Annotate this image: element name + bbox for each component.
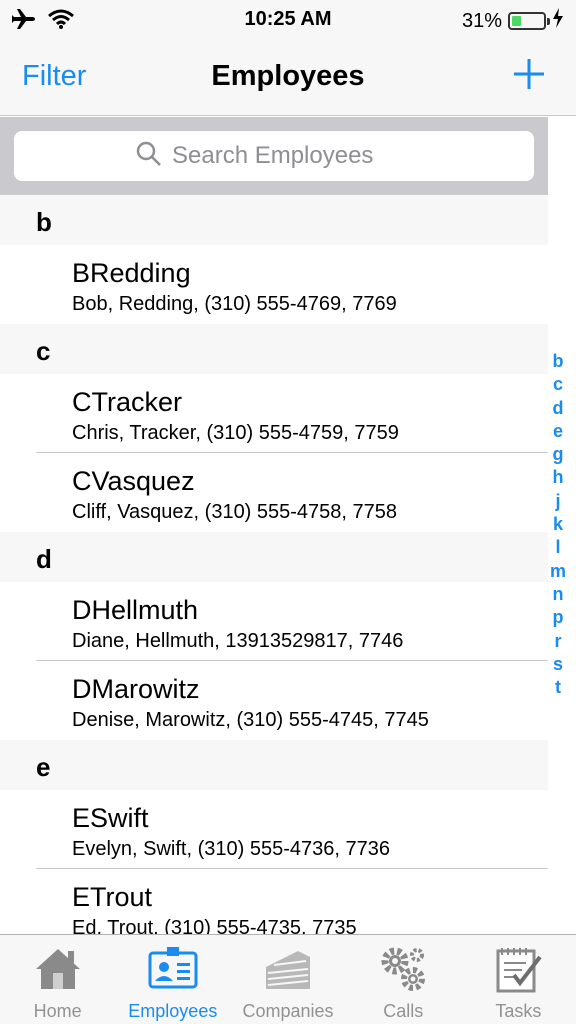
index-letter-d[interactable]: d <box>553 397 564 420</box>
list-item[interactable]: DHellmuth Diane, Hellmuth, 13913529817, … <box>0 582 548 661</box>
employee-username: CVasquez <box>72 466 195 496</box>
index-letter-h[interactable]: h <box>553 466 564 489</box>
employee-details: Chris, Tracker, (310) 555-4759, 7759 <box>72 422 399 444</box>
list-item[interactable]: CVasquez Cliff, Vasquez, (310) 555-4758,… <box>0 453 548 532</box>
tab-label: Calls <box>383 1001 424 1021</box>
tab-label: Home <box>33 1001 82 1021</box>
search-input[interactable] <box>172 142 412 170</box>
list-item[interactable]: DMarowitz Denise, Marowitz, (310) 555-47… <box>0 661 548 740</box>
employee-username: ESwift <box>72 803 149 833</box>
search-icon <box>136 141 162 172</box>
gears-icon <box>381 947 426 991</box>
employee-details: Evelyn, Swift, (310) 555-4736, 7736 <box>72 838 390 860</box>
building-icon <box>266 951 310 989</box>
id-card-icon <box>148 947 198 989</box>
employee-details: Cliff, Vasquez, (310) 555-4758, 7758 <box>72 501 398 523</box>
tab-bar: Home Employees Companies Calls Tasks <box>0 934 576 1024</box>
employee-username: BRedding <box>72 258 191 288</box>
index-letter-s[interactable]: s <box>553 653 563 676</box>
list-item[interactable]: ETrout Ed, Trout, (310) 555-4735, 7735 <box>0 869 548 934</box>
index-letter-c[interactable]: c <box>553 373 563 396</box>
plus-icon <box>514 59 544 89</box>
status-right: 31% <box>462 8 564 34</box>
tab-label: Tasks <box>495 1001 542 1021</box>
index-letter-j[interactable]: j <box>555 490 560 513</box>
index-letter-l[interactable]: l <box>555 536 560 559</box>
employee-username: DHellmuth <box>72 595 199 625</box>
tab-companies[interactable]: Companies <box>230 935 345 1024</box>
section-index[interactable]: b c d e g h j k l m n p r s t <box>546 350 570 699</box>
employee-username: CTracker <box>72 387 183 417</box>
index-letter-t[interactable]: t <box>555 676 561 699</box>
employee-username: ETrout <box>72 882 153 912</box>
battery-percent: 31% <box>461 9 502 32</box>
tab-employees[interactable]: Employees <box>115 935 230 1024</box>
tab-home[interactable]: Home <box>0 935 115 1024</box>
list-item[interactable]: BRedding Bob, Redding, (310) 555-4769, 7… <box>0 245 548 324</box>
add-employee-button[interactable] <box>512 54 546 94</box>
navigation-bar: Filter Employees <box>0 40 576 116</box>
section-header-b: b <box>0 195 548 245</box>
employee-details: Bob, Redding, (310) 555-4769, 7769 <box>72 293 397 315</box>
section-header-e: e <box>0 740 548 790</box>
notepad-icon <box>496 948 542 993</box>
index-letter-n[interactable]: n <box>553 583 564 606</box>
home-icon <box>35 949 80 989</box>
employee-details: Ed, Trout, (310) 555-4735, 7735 <box>72 917 357 934</box>
list-item[interactable]: ESwift Evelyn, Swift, (310) 555-4736, 77… <box>0 790 548 869</box>
tab-tasks[interactable]: Tasks <box>461 935 576 1024</box>
section-header-d: d <box>0 532 548 582</box>
employee-username: DMarowitz <box>72 674 200 704</box>
employee-details: Diane, Hellmuth, 13913529817, 7746 <box>72 630 404 652</box>
index-letter-k[interactable]: k <box>553 513 563 536</box>
section-header-c: c <box>0 324 548 374</box>
charging-bolt-icon <box>552 8 564 34</box>
battery-icon <box>508 12 550 30</box>
employee-list[interactable]: b BRedding Bob, Redding, (310) 555-4769,… <box>0 195 548 934</box>
status-bar: 10:25 AM 31% <box>0 0 576 40</box>
employee-details: Denise, Marowitz, (310) 555-4745, 7745 <box>72 709 429 731</box>
index-letter-r[interactable]: r <box>554 630 561 653</box>
index-letter-p[interactable]: p <box>553 606 564 629</box>
index-letter-b[interactable]: b <box>553 350 564 373</box>
filter-button[interactable]: Filter <box>22 60 86 93</box>
index-letter-e[interactable]: e <box>553 420 563 443</box>
search-bar <box>0 117 548 195</box>
battery-level <box>512 16 522 26</box>
list-item[interactable]: CTracker Chris, Tracker, (310) 555-4759,… <box>0 374 548 453</box>
tab-calls[interactable]: Calls <box>346 935 461 1024</box>
tab-label: Employees <box>128 1001 218 1021</box>
search-field[interactable] <box>14 131 534 181</box>
tab-label: Companies <box>242 1001 334 1021</box>
index-letter-m[interactable]: m <box>550 560 566 583</box>
index-letter-g[interactable]: g <box>553 443 564 466</box>
